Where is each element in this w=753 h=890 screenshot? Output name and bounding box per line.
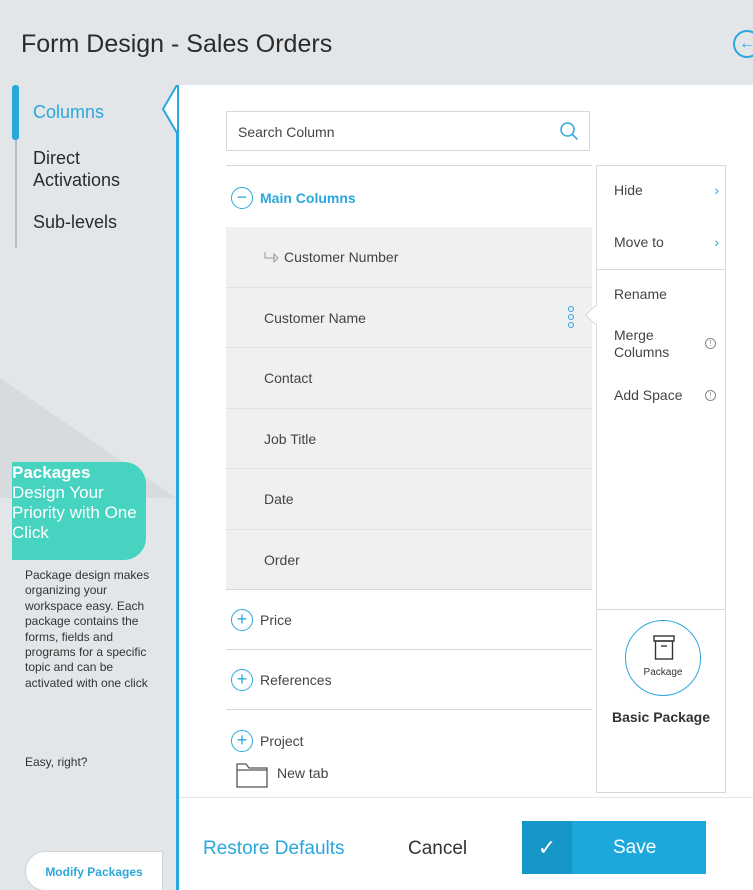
save-label: Save bbox=[613, 837, 657, 858]
nav-item-sub-levels[interactable]: Sub-levels bbox=[33, 211, 117, 233]
column-label: Customer Number bbox=[284, 249, 399, 265]
context-menu: Hide › Move to › Rename Merge Columns ! … bbox=[596, 165, 726, 793]
column-row-customer-name[interactable]: Customer Name bbox=[226, 287, 592, 348]
section-label: Project bbox=[260, 733, 304, 749]
main-columns-label: Main Columns bbox=[260, 190, 356, 206]
column-row-order[interactable]: Order bbox=[226, 529, 592, 590]
main-columns-group[interactable]: − Main Columns bbox=[226, 165, 592, 227]
menu-item-add-space[interactable]: Add Space bbox=[614, 387, 683, 404]
footer-divider bbox=[179, 797, 753, 798]
package-icon bbox=[653, 635, 675, 660]
promo-closing: Easy, right? bbox=[25, 755, 88, 769]
info-icon[interactable]: ! bbox=[705, 338, 716, 349]
expand-icon[interactable]: + bbox=[231, 669, 253, 691]
menu-item-hide[interactable]: Hide bbox=[614, 182, 643, 199]
package-button[interactable]: Package bbox=[625, 620, 701, 696]
chevron-right-icon: › bbox=[714, 182, 719, 198]
column-label: Date bbox=[264, 491, 294, 507]
more-options-icon[interactable] bbox=[568, 305, 576, 332]
expand-icon[interactable]: + bbox=[231, 730, 253, 752]
nav-item-columns[interactable]: Columns bbox=[33, 101, 104, 123]
promo-bubble: Packages Design Your Priority with One C… bbox=[12, 462, 146, 560]
nav-pointer bbox=[161, 85, 178, 134]
menu-item-move-to[interactable]: Move to bbox=[614, 234, 664, 251]
menu-divider bbox=[597, 609, 725, 610]
arrow-left-circle-icon[interactable]: ← bbox=[733, 30, 753, 58]
section-label: Price bbox=[260, 612, 292, 628]
search-icon[interactable] bbox=[559, 121, 579, 141]
promo-heading: Packages bbox=[12, 463, 91, 482]
search-input[interactable]: Search Column bbox=[226, 111, 590, 151]
column-label: Contact bbox=[264, 370, 313, 386]
folder-icon[interactable] bbox=[236, 762, 268, 788]
package-icon-label: Package bbox=[643, 667, 683, 678]
column-label: Order bbox=[264, 551, 300, 568]
menu-divider bbox=[597, 269, 725, 270]
chevron-right-icon: › bbox=[714, 234, 719, 250]
modify-packages-button[interactable]: Modify Packages bbox=[25, 851, 163, 890]
column-row-customer-number[interactable]: Customer Number bbox=[226, 227, 592, 288]
save-button[interactable]: ✓ Save bbox=[522, 821, 706, 874]
menu-item-merge-columns[interactable]: Merge Columns bbox=[614, 327, 684, 361]
section-project[interactable]: + Project bbox=[226, 710, 592, 770]
package-name: Basic Package bbox=[611, 709, 711, 725]
column-row-date[interactable]: Date bbox=[226, 469, 592, 530]
promo-description: Package design makes organizing your wor… bbox=[25, 568, 150, 690]
promo-tagline: Design Your Priority with One Click bbox=[12, 483, 137, 542]
menu-item-rename[interactable]: Rename bbox=[614, 286, 667, 303]
expand-icon[interactable]: + bbox=[231, 609, 253, 631]
panel-edge bbox=[176, 85, 179, 890]
collapse-icon[interactable]: − bbox=[231, 187, 253, 209]
section-price[interactable]: + Price bbox=[226, 590, 592, 650]
nav-active-indicator bbox=[12, 85, 19, 140]
column-row-job-title[interactable]: Job Title bbox=[226, 408, 592, 469]
cancel-button[interactable]: Cancel bbox=[408, 838, 467, 860]
column-label: Customer Name bbox=[264, 309, 366, 326]
info-icon[interactable]: ! bbox=[705, 390, 716, 401]
check-icon: ✓ bbox=[522, 821, 572, 874]
section-references[interactable]: + References bbox=[226, 650, 592, 710]
page-title: Form Design - Sales Orders bbox=[21, 30, 333, 58]
section-label: References bbox=[260, 672, 332, 688]
column-label: Job Title bbox=[264, 430, 317, 447]
column-row-contact[interactable]: Contact bbox=[226, 348, 592, 409]
link-arrow-icon bbox=[264, 252, 279, 263]
new-tab-label[interactable]: New tab bbox=[277, 765, 328, 781]
search-placeholder: Search Column bbox=[238, 124, 335, 140]
restore-defaults-button[interactable]: Restore Defaults bbox=[203, 838, 345, 860]
nav-item-direct-activations[interactable]: Direct Activations bbox=[33, 147, 143, 191]
